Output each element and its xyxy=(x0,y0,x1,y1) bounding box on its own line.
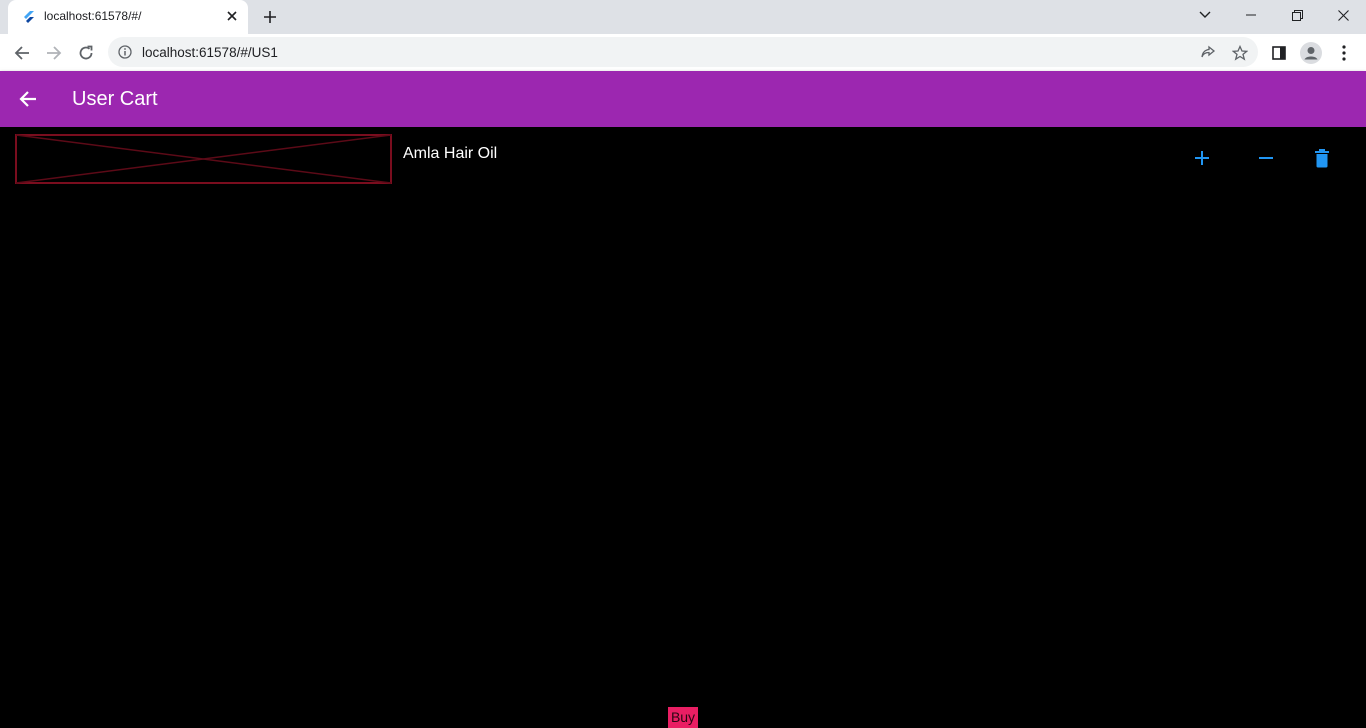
tab-title: localhost:61578/#/ xyxy=(44,9,142,23)
close-window-icon[interactable] xyxy=(1320,0,1366,30)
url-text: localhost:61578/#/US1 xyxy=(142,45,278,60)
bookmark-star-icon[interactable] xyxy=(1231,44,1249,62)
browser-tab[interactable]: localhost:61578/#/ xyxy=(8,0,248,34)
add-icon[interactable] xyxy=(1188,144,1216,172)
page-title: User Cart xyxy=(72,88,158,110)
site-info-icon[interactable] xyxy=(118,45,132,59)
reload-icon[interactable] xyxy=(72,39,100,67)
side-panel-icon[interactable] xyxy=(1265,39,1293,67)
app-bar: User Cart xyxy=(0,71,1366,127)
cart-item[interactable]: Amla Hair Oil xyxy=(0,127,1366,191)
broken-image-placeholder xyxy=(15,134,392,184)
tab-close-icon[interactable] xyxy=(224,8,240,24)
tab-strip: localhost:61578/#/ xyxy=(0,0,1366,34)
browser-toolbar: localhost:61578/#/US1 xyxy=(0,34,1366,71)
new-tab-button[interactable] xyxy=(258,6,282,28)
item-name: Amla Hair Oil xyxy=(403,145,498,162)
cart-list: Amla Hair Oil xyxy=(0,127,1366,687)
forward-icon[interactable] xyxy=(40,39,68,67)
profile-avatar-icon[interactable] xyxy=(1297,39,1325,67)
back-icon[interactable] xyxy=(8,39,36,67)
flutter-favicon-icon xyxy=(22,10,36,24)
buy-button[interactable]: Buy xyxy=(668,707,698,728)
address-bar[interactable]: localhost:61578/#/US1 xyxy=(108,37,1258,67)
minimize-icon[interactable] xyxy=(1228,0,1274,30)
tab-search-icon[interactable] xyxy=(1182,0,1228,30)
delete-icon[interactable] xyxy=(1308,144,1336,172)
remove-icon[interactable] xyxy=(1252,144,1280,172)
share-icon[interactable] xyxy=(1199,44,1217,62)
restore-icon[interactable] xyxy=(1274,0,1320,30)
back-arrow-icon[interactable] xyxy=(14,85,42,113)
browser-chrome: localhost:61578/#/ localhost:61578/#/US1 xyxy=(0,0,1366,71)
more-menu-icon[interactable] xyxy=(1330,39,1358,67)
